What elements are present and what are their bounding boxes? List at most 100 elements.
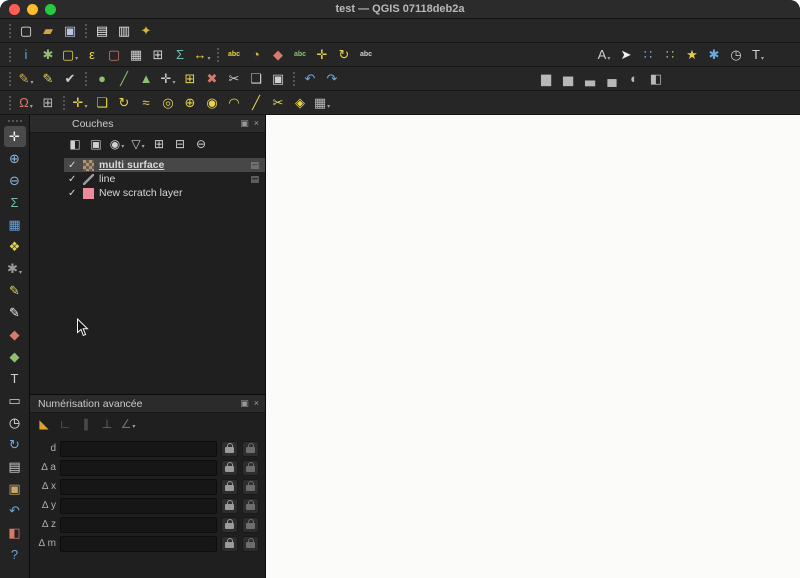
temporal-controller-icon[interactable]: ◷ xyxy=(726,45,746,65)
float-panel-icon[interactable]: ▣ xyxy=(240,118,249,129)
layer-visibility-checkbox[interactable]: ✓ xyxy=(68,174,78,185)
close-window-button[interactable] xyxy=(9,3,20,15)
split-features-icon[interactable]: ✂ xyxy=(268,93,288,113)
cad-value-input[interactable] xyxy=(60,459,217,476)
repeat-lock-button[interactable] xyxy=(242,440,259,457)
raster-local-histogram-icon[interactable]: ▅ xyxy=(558,69,578,89)
add-line-feature-icon[interactable]: ╱ xyxy=(114,69,134,89)
layer-name[interactable]: multi surface xyxy=(99,159,164,171)
repeat-lock-button[interactable] xyxy=(242,535,259,552)
attribute-table-icon[interactable]: ▦ xyxy=(4,214,26,235)
layout-manager-icon[interactable]: ▥ xyxy=(114,21,134,41)
layer-stack-icon[interactable]: ▤ xyxy=(4,456,26,477)
temporal-clock-icon[interactable]: ◷ xyxy=(4,412,26,433)
refresh-map-icon[interactable]: ↻ xyxy=(4,434,26,455)
toolbar-grip[interactable] xyxy=(9,71,11,86)
statistics-icon[interactable]: Σ xyxy=(4,192,26,213)
simplify-feature-icon[interactable]: ≈ xyxy=(136,93,156,113)
marker-green-icon[interactable]: ◆ xyxy=(4,346,26,367)
lock-button[interactable] xyxy=(221,516,238,533)
statistical-summary-icon[interactable]: Σ xyxy=(170,45,190,65)
text-format-icon[interactable]: T ▾ xyxy=(748,45,768,65)
toolbar-grip[interactable] xyxy=(85,23,87,38)
pin-labels-icon[interactable]: ◆ xyxy=(268,45,288,65)
new-project-icon[interactable]: ▢ xyxy=(16,21,36,41)
raster-contrast-icon[interactable]: ◧ xyxy=(646,69,666,89)
snap-grid-icon[interactable]: ⊞ xyxy=(38,93,58,113)
parallel-icon[interactable]: ∥ xyxy=(77,415,95,433)
paste-features-icon[interactable]: ▣ xyxy=(268,69,288,89)
fullscreen-window-button[interactable] xyxy=(45,3,56,15)
zoom-in-icon[interactable]: ⊕ xyxy=(4,148,26,169)
text-annotation-icon[interactable]: T xyxy=(4,368,26,389)
layer-visibility-checkbox[interactable]: ✓ xyxy=(68,160,78,171)
repeat-lock-button[interactable] xyxy=(242,516,259,533)
save-project-icon[interactable]: ▣ xyxy=(60,21,80,41)
run-feature-action-icon[interactable]: ✱ xyxy=(38,45,58,65)
map-tips-icon[interactable]: ❖ xyxy=(4,236,26,257)
rotate-feature-icon[interactable]: ↻ xyxy=(114,93,134,113)
open-attribute-table-icon[interactable]: ▦ xyxy=(126,45,146,65)
layer-name[interactable]: line xyxy=(99,173,115,185)
add-polygon-feature-icon[interactable]: ▲ xyxy=(136,69,156,89)
snapping-options-icon[interactable]: Ω ▾ xyxy=(16,93,36,113)
annotation-toolbar-icon[interactable]: A ▾ xyxy=(594,45,614,65)
rotate-label-icon[interactable]: ↻ xyxy=(334,45,354,65)
pan-map-icon[interactable]: ✛ xyxy=(3,126,26,147)
zoom-out-icon[interactable]: ⊖ xyxy=(4,170,26,191)
move-feature-icon[interactable]: ✛ ▾ xyxy=(70,93,90,113)
raster-brightness-icon[interactable]: ◐ xyxy=(624,69,644,89)
cad-value-input[interactable] xyxy=(60,440,217,457)
clipboard-icon[interactable]: ▣ xyxy=(4,478,26,499)
toolbar-grip[interactable] xyxy=(63,95,65,110)
style-palette-icon[interactable]: ◧ xyxy=(4,522,26,543)
options-gear-icon[interactable]: ✱ ▾ xyxy=(4,258,26,279)
close-panel-icon[interactable]: × xyxy=(254,118,259,129)
form-annotation-icon[interactable]: ▭ xyxy=(4,390,26,411)
minimize-window-button[interactable] xyxy=(27,3,38,15)
undo-icon[interactable]: ↶ xyxy=(300,69,320,89)
style-manager-icon[interactable]: ✦ xyxy=(136,21,156,41)
undo-history-icon[interactable]: ↶ xyxy=(4,500,26,521)
toolbar-grip[interactable] xyxy=(85,71,87,86)
lock-button[interactable] xyxy=(221,478,238,495)
lock-button[interactable] xyxy=(221,497,238,514)
close-panel-icon[interactable]: × xyxy=(254,398,259,409)
reshape-features-icon[interactable]: ╱ xyxy=(246,93,266,113)
point-cluster-green-icon[interactable]: ∷ xyxy=(660,45,680,65)
processing-toolbox-icon[interactable]: ✱ xyxy=(704,45,724,65)
point-cluster-blue-icon[interactable]: ∷ xyxy=(638,45,658,65)
fill-ring-icon[interactable]: ◉ xyxy=(202,93,222,113)
select-features-icon[interactable]: ▢ ▾ xyxy=(60,45,80,65)
snap-to-angles-icon[interactable]: ∠ ▾ xyxy=(119,415,137,433)
select-by-expression-icon[interactable]: ε xyxy=(82,45,102,65)
raster-histogram-icon[interactable]: ▆ xyxy=(536,69,556,89)
repeat-lock-button[interactable] xyxy=(242,478,259,495)
help-icon[interactable]: ? xyxy=(4,544,26,565)
identify-features-icon[interactable]: i xyxy=(16,45,36,65)
manage-map-themes-icon[interactable]: ◉ ▾ xyxy=(108,135,126,153)
float-panel-icon[interactable]: ▣ xyxy=(240,398,249,409)
cad-value-input[interactable] xyxy=(60,535,217,552)
cad-value-input[interactable] xyxy=(60,516,217,533)
repeat-lock-button[interactable] xyxy=(242,497,259,514)
layer-labeling-icon[interactable]: abc xyxy=(224,45,244,65)
layer-diagram-icon[interactable]: ◔ xyxy=(246,45,266,65)
lock-button[interactable] xyxy=(221,535,238,552)
cut-features-icon[interactable]: ✂ xyxy=(224,69,244,89)
change-label-icon[interactable]: abc xyxy=(356,45,376,65)
new-print-layout-icon[interactable]: ▤ xyxy=(92,21,112,41)
add-group-icon[interactable]: ▣ xyxy=(87,135,105,153)
construction-mode-icon[interactable]: ∟ xyxy=(56,415,74,433)
merge-features-icon[interactable]: ◈ xyxy=(290,93,310,113)
lock-button[interactable] xyxy=(221,459,238,476)
new-shapefile-star-icon[interactable]: ★ xyxy=(682,45,702,65)
measure-icon[interactable]: ↔ ▾ xyxy=(192,45,212,65)
raster-stretch-icon[interactable]: ▃ xyxy=(580,69,600,89)
add-part-icon[interactable]: ⊕ xyxy=(180,93,200,113)
filter-legend-icon[interactable]: ▽ ▾ xyxy=(129,135,147,153)
layer-row[interactable]: ✓ New scratch layer xyxy=(64,186,265,200)
open-layer-styling-icon[interactable]: ◧ xyxy=(66,135,84,153)
remove-layer-icon[interactable]: ⊖ xyxy=(192,135,210,153)
copy-move-feature-icon[interactable]: ❏ xyxy=(92,93,112,113)
